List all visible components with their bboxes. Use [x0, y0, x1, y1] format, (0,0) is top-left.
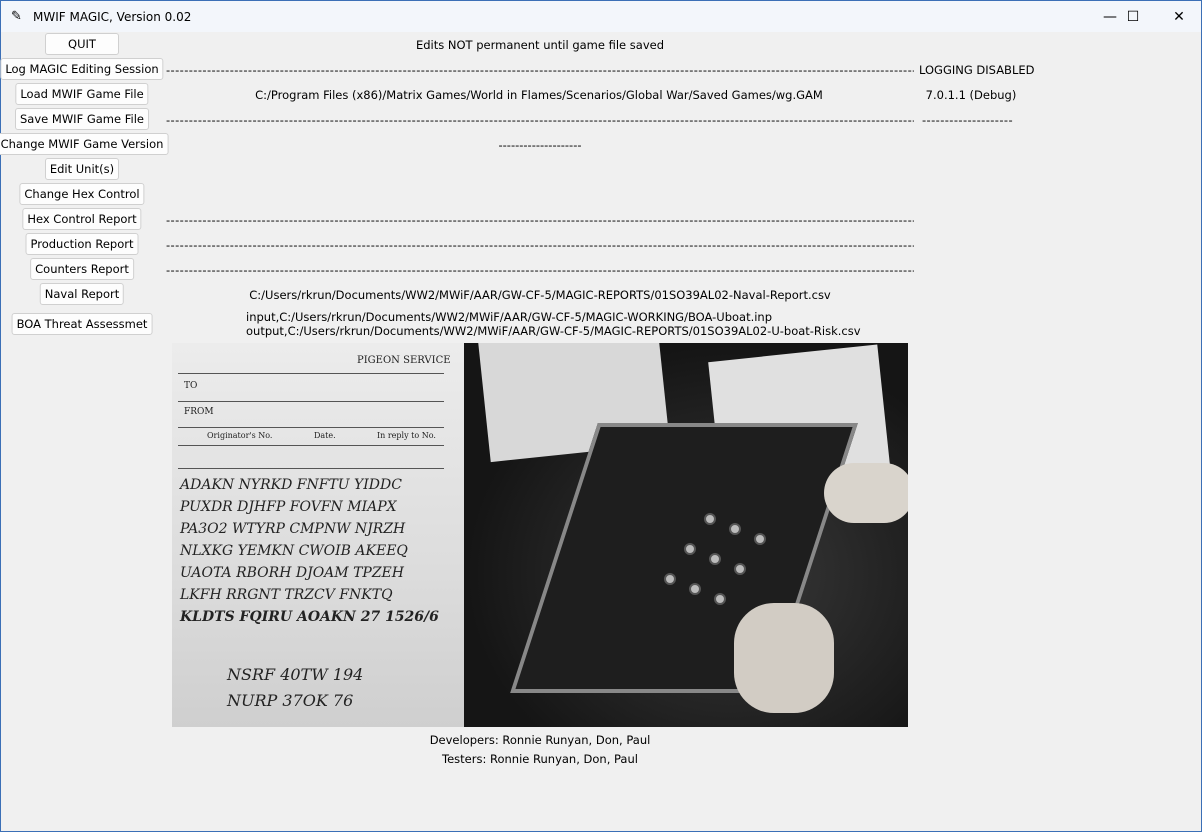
developers-credit: Developers: Ronnie Runyan, Don, Paul: [429, 733, 651, 747]
naval-report-button[interactable]: Naval Report: [39, 283, 125, 305]
log-session-button[interactable]: Log MAGIC Editing Session: [0, 58, 164, 80]
game-version: 7.0.1.1 (Debug): [925, 88, 1017, 102]
version-change-status: --------------------: [498, 138, 582, 152]
production-divider: ----------------------------------------…: [166, 238, 914, 252]
hex-report-divider: ----------------------------------------…: [166, 213, 914, 227]
feather-icon: ✎: [11, 9, 22, 24]
save-game-button[interactable]: Save MWIF Game File: [15, 108, 149, 130]
production-report-button[interactable]: Production Report: [25, 233, 139, 255]
change-version-button[interactable]: Change MWIF Game Version: [0, 133, 169, 155]
boa-threat-button[interactable]: BOA Threat Assessmet: [11, 313, 153, 335]
edit-units-button[interactable]: Edit Unit(s): [45, 158, 119, 180]
logging-status: LOGGING DISABLED: [919, 63, 1035, 77]
load-game-button[interactable]: Load MWIF Game File: [15, 83, 149, 105]
edits-notice: Edits NOT permanent until game file save…: [415, 38, 665, 52]
close-button[interactable]: ✕: [1156, 1, 1202, 32]
window-title: MWIF MAGIC, Version 0.02: [33, 9, 192, 24]
boa-output-path: output,C:/Users/rkrun/Documents/WW2/MWiF…: [246, 324, 861, 338]
game-file-path: C:/Program Files (x86)/Matrix Games/Worl…: [255, 88, 823, 102]
save-status: --------------------: [922, 113, 1013, 127]
maximize-button[interactable]: ☐: [1110, 1, 1156, 32]
boa-input-path: input,C:/Users/rkrun/Documents/WW2/MWiF/…: [246, 310, 773, 324]
change-hex-control-button[interactable]: Change Hex Control: [19, 183, 145, 205]
counters-report-button[interactable]: Counters Report: [30, 258, 134, 280]
quit-button[interactable]: QUIT: [45, 33, 119, 55]
hex-control-report-button[interactable]: Hex Control Report: [22, 208, 142, 230]
save-divider: ----------------------------------------…: [166, 113, 914, 127]
log-divider: ----------------------------------------…: [166, 63, 914, 77]
title-bar: ✎ MWIF MAGIC, Version 0.02: [1, 1, 1201, 32]
testers-credit: Testers: Ronnie Runyan, Don, Paul: [442, 752, 638, 766]
counters-divider: ----------------------------------------…: [166, 263, 914, 277]
enigma-machine: [464, 343, 908, 727]
naval-report-path: C:/Users/rkrun/Documents/WW2/MWiF/AAR/GW…: [249, 288, 831, 302]
pigeon-message-form: PIGEON SERVICE TO FROM Originator's No. …: [172, 343, 464, 727]
enigma-photo: PIGEON SERVICE TO FROM Originator's No. …: [172, 343, 908, 727]
